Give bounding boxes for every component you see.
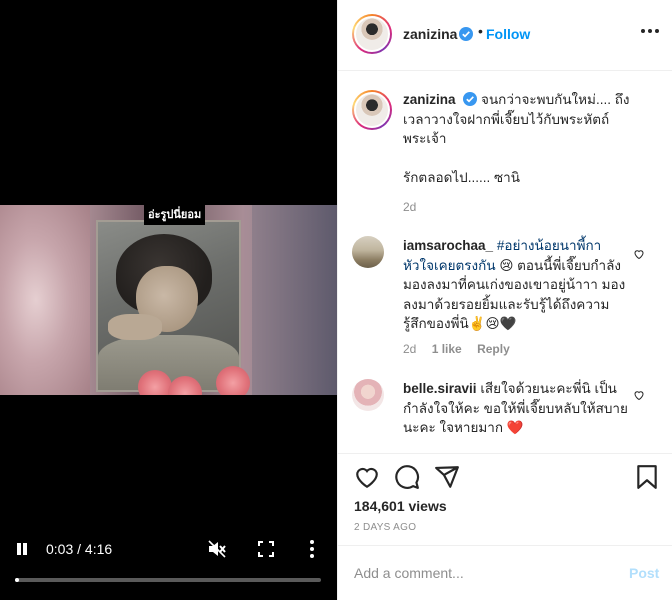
comment-time[interactable]: 2d [403,342,416,356]
pink-flowers [128,366,258,395]
bookmark-icon[interactable] [634,464,660,490]
post-timestamp[interactable]: 2 DAYS AGO [354,522,416,533]
caption-time[interactable]: 2d [403,200,416,214]
avatar[interactable] [352,90,392,130]
post-side-panel: zanizina • Follow zanizina จนกว่าจะพบกัน… [337,0,672,600]
comment-username[interactable]: belle.siravii [403,381,477,396]
comment-body: belle.siravii เสียใจด้วยนะคะพี่นิ เป็นกำ… [403,379,631,438]
avatar[interactable] [352,236,384,268]
video-caption: อ่ะรูปนี่ยอม [144,203,206,225]
view-count[interactable]: 184,601 views [354,498,447,514]
video-progress-fill [15,578,19,582]
heart-icon[interactable] [633,389,645,401]
post-header: zanizina • Follow [338,0,672,71]
caption-meta: 2d [403,200,428,214]
video-controls: 0:03 / 4:16 [0,530,337,600]
verified-badge-icon [459,27,473,41]
add-comment-bar: Post [338,545,672,600]
video-frame [0,205,337,395]
avatar[interactable] [352,14,392,54]
avatar[interactable] [352,379,384,411]
share-icon[interactable] [434,464,460,490]
more-horizontal-icon[interactable] [641,29,661,35]
blurred-background-right [252,205,337,395]
pause-icon[interactable] [15,542,29,556]
video-time: 0:03 / 4:16 [46,541,113,557]
muted-speaker-icon[interactable] [207,539,227,559]
heart-icon[interactable] [354,464,380,490]
post-actions: 184,601 views 2 DAYS AGO [338,453,672,545]
comments-thread[interactable]: zanizina จนกว่าจะพบกันใหม่.... ถึงเวลาวา… [338,71,672,453]
comment-likes[interactable]: 1 like [432,342,462,356]
verified-badge-icon [463,92,478,106]
caption-signoff: รักตลอดไป...... ซานิ [403,169,520,185]
fullscreen-icon[interactable] [258,541,274,557]
comment-input[interactable] [354,562,604,584]
vintage-portrait-photo [96,220,241,392]
comment-body: iamsarochaa_ #อย่างน้อยนาพี้กาหัวใจเคยตร… [403,236,631,334]
post-comment-button[interactable]: Post [629,565,659,581]
reply-button[interactable]: Reply [477,342,510,356]
separator-dot: • [478,23,483,39]
comment-meta: 2d 1 like Reply [403,342,522,356]
caption-username[interactable]: zanizina [403,92,456,107]
follow-button[interactable]: Follow [486,26,530,42]
video-progress-bar[interactable] [15,578,321,582]
comment-icon[interactable] [394,464,420,490]
video-player[interactable]: อ่ะรูปนี่ยอม 0:03 / 4:16 [0,0,337,600]
comment-username[interactable]: iamsarochaa_ [403,238,493,253]
header-username[interactable]: zanizina [403,26,457,42]
heart-icon[interactable] [633,248,645,260]
caption-body: zanizina จนกว่าจะพบกันใหม่.... ถึงเวลาวา… [403,90,631,187]
more-vertical-icon[interactable] [305,539,319,559]
blurred-background-left [0,205,90,395]
